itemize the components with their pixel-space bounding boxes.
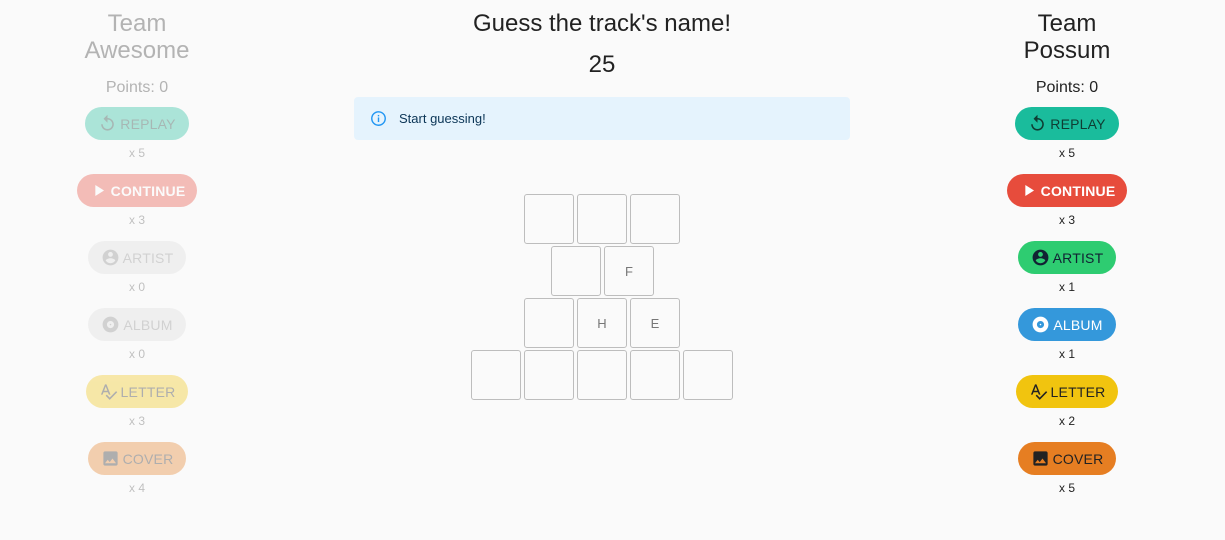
disc-icon <box>101 315 120 334</box>
album-label: ALBUM <box>1053 316 1103 333</box>
letter-button[interactable]: LETTER <box>86 375 188 408</box>
artist-label: ARTIST <box>1052 249 1104 266</box>
cover-count: x 4 <box>128 481 145 495</box>
play-icon <box>89 181 108 200</box>
artist-button[interactable]: ARTIST <box>88 241 186 274</box>
album-label: ALBUM <box>123 316 173 333</box>
letter-cell[interactable] <box>524 298 574 348</box>
album-button[interactable]: ALBUM <box>88 308 186 341</box>
artist-count: x 1 <box>1058 280 1075 294</box>
game-title: Guess the track's name! <box>472 10 732 37</box>
letter-cell[interactable] <box>471 350 521 400</box>
replay-count: x 5 <box>1058 146 1075 160</box>
letter-cell[interactable] <box>630 350 680 400</box>
replay-count: x 5 <box>128 146 145 160</box>
cover-label: COVER <box>122 450 174 467</box>
continue-label: CONTINUE <box>1040 182 1116 199</box>
letter-cell[interactable]: F <box>604 246 654 296</box>
alert-text: Start guessing! <box>399 111 486 126</box>
letter-cell[interactable]: E <box>630 298 680 348</box>
replay-icon <box>98 114 117 133</box>
letter-cell[interactable] <box>630 194 680 244</box>
replay-label: REPLAY <box>120 115 176 132</box>
letter-count: x 2 <box>1058 414 1075 428</box>
continue-label: CONTINUE <box>110 182 186 199</box>
replay-icon <box>1028 114 1047 133</box>
letter-label: LETTER <box>120 383 176 400</box>
continue-count: x 3 <box>128 213 145 227</box>
replay-button[interactable]: REPLAY <box>85 107 189 140</box>
countdown-timer: 25 <box>588 51 616 78</box>
team-panel-left: Team Awesome Points: 0 REPLAY x 5 CONTIN… <box>37 10 237 509</box>
team-name-line2: Awesome <box>84 37 190 64</box>
account-circle-icon <box>1031 248 1050 267</box>
team-points: Points: 0 <box>105 79 169 96</box>
letter-label: LETTER <box>1050 383 1106 400</box>
team-name-line2: Possum <box>1023 37 1111 64</box>
account-circle-icon <box>101 248 120 267</box>
continue-button[interactable]: CONTINUE <box>76 174 198 207</box>
replay-label: REPLAY <box>1050 115 1106 132</box>
spellcheck-icon <box>99 382 118 401</box>
image-icon <box>1031 449 1050 468</box>
album-button[interactable]: ALBUM <box>1018 308 1116 341</box>
album-count: x 1 <box>1058 347 1075 361</box>
letter-cell[interactable] <box>524 350 574 400</box>
letter-cell[interactable]: H <box>577 298 627 348</box>
info-alert: Start guessing! <box>354 97 850 140</box>
letter-cell[interactable] <box>577 194 627 244</box>
letter-button[interactable]: LETTER <box>1016 375 1118 408</box>
image-icon <box>101 449 120 468</box>
artist-count: x 0 <box>128 280 145 294</box>
cover-count: x 5 <box>1058 481 1075 495</box>
letter-cell[interactable] <box>683 350 733 400</box>
spellcheck-icon <box>1029 382 1048 401</box>
team-name-line1: Team <box>107 10 167 37</box>
team-points: Points: 0 <box>1035 79 1099 96</box>
letter-count: x 3 <box>128 414 145 428</box>
artist-button[interactable]: ARTIST <box>1018 241 1116 274</box>
continue-count: x 3 <box>1058 213 1075 227</box>
letter-cell[interactable] <box>524 194 574 244</box>
team-name: Team Possum <box>967 10 1167 64</box>
letter-cell[interactable] <box>577 350 627 400</box>
play-icon <box>1019 181 1038 200</box>
cover-button[interactable]: COVER <box>88 442 186 475</box>
cover-button[interactable]: COVER <box>1018 442 1116 475</box>
team-name: Team Awesome <box>37 10 237 64</box>
info-icon <box>370 110 387 127</box>
team-panel-right: Team Possum Points: 0 REPLAY x 5 CONTINU… <box>967 10 1167 509</box>
album-count: x 0 <box>128 347 145 361</box>
letter-cell[interactable] <box>551 246 601 296</box>
artist-label: ARTIST <box>122 249 174 266</box>
disc-icon <box>1031 315 1050 334</box>
replay-button[interactable]: REPLAY <box>1015 107 1119 140</box>
game-area: Guess the track's name! 25 Start guessin… <box>354 0 850 140</box>
continue-button[interactable]: CONTINUE <box>1006 174 1128 207</box>
cover-label: COVER <box>1052 450 1104 467</box>
team-name-line1: Team <box>1037 10 1097 37</box>
